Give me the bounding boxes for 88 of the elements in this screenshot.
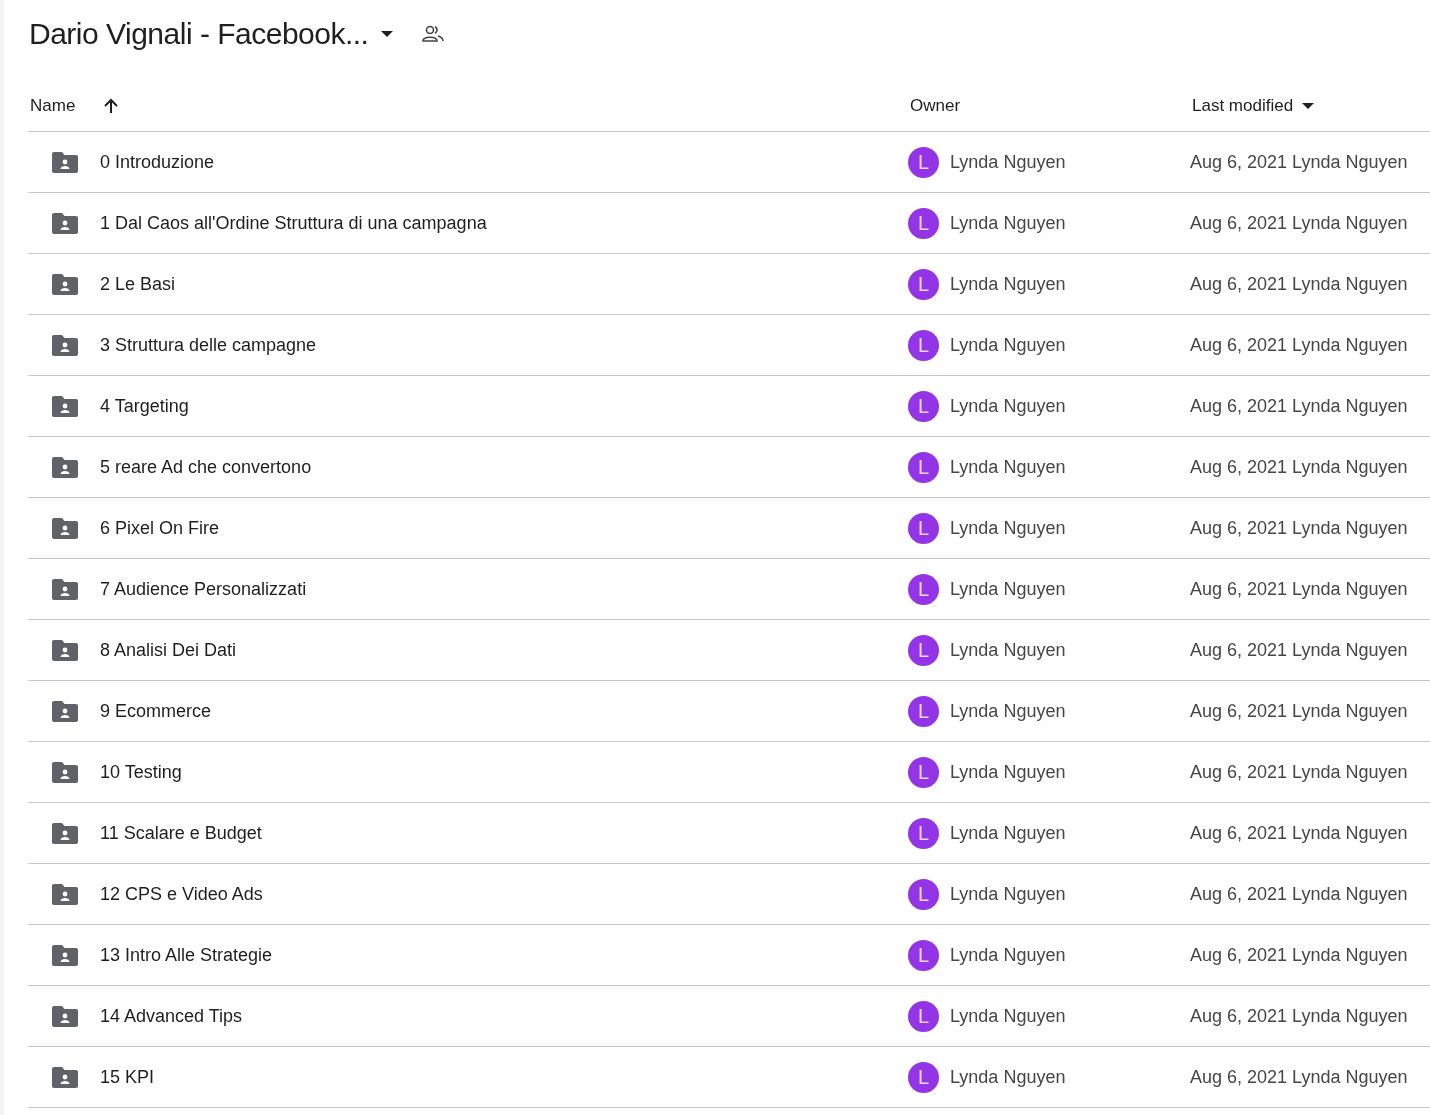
- shared-folder-icon: [52, 578, 78, 600]
- folder-name[interactable]: 1 Dal Caos all'Ordine Struttura di una campagna: [100, 212, 487, 234]
- owner-avatar: L: [908, 390, 939, 422]
- owner-avatar: L: [908, 329, 939, 361]
- folder-name[interactable]: 11 Scalare e Budget: [100, 822, 262, 844]
- shared-folder-icon: [52, 212, 78, 234]
- owner-name: Lynda Nguyen: [950, 212, 1066, 234]
- owner-avatar: L: [908, 1061, 939, 1093]
- shared-folder-icon: [52, 761, 78, 783]
- shared-folder-icon: [52, 944, 78, 966]
- owner-avatar: L: [908, 207, 939, 239]
- owner-avatar: L: [908, 634, 939, 666]
- owner-name: Lynda Nguyen: [950, 517, 1066, 539]
- folder-name[interactable]: 8 Analisi Dei Dati: [100, 639, 237, 661]
- folder-name[interactable]: 5 reare Ad che convertono: [100, 456, 312, 478]
- owner-name: Lynda Nguyen: [950, 822, 1066, 844]
- folder-name[interactable]: 10 Testing: [100, 761, 182, 783]
- shared-folder-icon: [52, 334, 78, 356]
- owner-avatar: L: [908, 451, 939, 483]
- owner-avatar: L: [908, 756, 939, 788]
- last-modified: Aug 6, 2021 Lynda Nguyen: [1190, 944, 1409, 966]
- owner-avatar: L: [908, 1000, 939, 1032]
- folder-name[interactable]: 7 Audience Personalizzati: [100, 578, 307, 600]
- owner-avatar: L: [908, 695, 939, 727]
- owner-name: Lynda Nguyen: [950, 334, 1066, 356]
- folder-name[interactable]: 3 Struttura delle campagne: [100, 334, 317, 356]
- people-icon[interactable]: [422, 25, 445, 43]
- owner-name: Lynda Nguyen: [950, 700, 1066, 722]
- owner-name: Lynda Nguyen: [950, 456, 1066, 478]
- last-modified: Aug 6, 2021 Lynda Nguyen: [1190, 517, 1409, 539]
- owner-avatar: L: [908, 939, 939, 971]
- caret-down-icon: [1301, 101, 1316, 110]
- folder-name[interactable]: 6 Pixel On Fire: [100, 517, 220, 539]
- owner-avatar: L: [908, 878, 939, 910]
- owner-name: Lynda Nguyen: [950, 944, 1066, 966]
- column-header[interactable]: Owner: [908, 94, 967, 117]
- owner-avatar: L: [908, 817, 939, 849]
- last-modified: Aug 6, 2021 Lynda Nguyen: [1190, 700, 1409, 722]
- last-modified: Aug 6, 2021 Lynda Nguyen: [1190, 822, 1409, 844]
- owner-name: Lynda Nguyen: [950, 395, 1066, 417]
- last-modified: Aug 6, 2021 Lynda Nguyen: [1190, 212, 1409, 234]
- shared-folder-icon: [52, 273, 78, 295]
- owner-name: Lynda Nguyen: [950, 1066, 1066, 1088]
- owner-avatar: L: [908, 268, 939, 300]
- last-modified: Aug 6, 2021 Lynda Nguyen: [1190, 1066, 1409, 1088]
- last-modified: Aug 6, 2021 Lynda Nguyen: [1190, 151, 1409, 173]
- owner-avatar: L: [908, 146, 939, 178]
- owner-avatar: L: [908, 512, 939, 544]
- shared-folder-icon: [52, 456, 78, 478]
- last-modified: Aug 6, 2021 Lynda Nguyen: [1190, 456, 1409, 478]
- shared-folder-icon: [52, 822, 78, 844]
- last-modified: Aug 6, 2021 Lynda Nguyen: [1190, 761, 1409, 783]
- last-modified: Aug 6, 2021 Lynda Nguyen: [1190, 578, 1409, 600]
- last-modified: Aug 6, 2021 Lynda Nguyen: [1190, 883, 1409, 905]
- shared-folder-icon: [52, 1005, 78, 1027]
- owner-name: Lynda Nguyen: [950, 883, 1066, 905]
- last-modified: Aug 6, 2021 Lynda Nguyen: [1190, 334, 1409, 356]
- column-header[interactable]: Last modified: [1190, 94, 1322, 117]
- column-header[interactable]: Name: [28, 94, 126, 117]
- owner-name: Lynda Nguyen: [950, 639, 1066, 661]
- shared-folder-icon: [52, 1066, 78, 1088]
- shared-folder-icon: [52, 395, 78, 417]
- folder-title: Dario Vignali - Facebook...: [29, 17, 369, 51]
- folder-name[interactable]: 9 Ecommerce: [100, 700, 212, 722]
- folder-name[interactable]: 14 Advanced Tips: [100, 1005, 243, 1027]
- folder-name[interactable]: 4 Targeting: [100, 395, 189, 417]
- last-modified: Aug 6, 2021 Lynda Nguyen: [1190, 395, 1409, 417]
- owner-name: Lynda Nguyen: [950, 151, 1066, 173]
- last-modified: Aug 6, 2021 Lynda Nguyen: [1190, 1005, 1409, 1027]
- owner-avatar: L: [908, 573, 939, 605]
- folder-name[interactable]: 0 Introduzione: [100, 151, 215, 173]
- shared-folder-icon: [52, 517, 78, 539]
- shared-folder-icon: [52, 639, 78, 661]
- owner-name: Lynda Nguyen: [950, 1005, 1066, 1027]
- shared-folder-icon: [52, 700, 78, 722]
- last-modified: Aug 6, 2021 Lynda Nguyen: [1190, 639, 1409, 661]
- owner-name: Lynda Nguyen: [950, 273, 1066, 295]
- owner-name: Lynda Nguyen: [950, 578, 1066, 600]
- shared-folder-icon: [52, 883, 78, 905]
- folder-name[interactable]: 2 Le Basi: [100, 273, 176, 295]
- sort-up-arrow-icon: [103, 97, 120, 114]
- folder-name[interactable]: 13 Intro Alle Strategie: [100, 944, 273, 966]
- caret-down-icon: [380, 30, 395, 38]
- owner-name: Lynda Nguyen: [950, 761, 1066, 783]
- folder-name[interactable]: 12 CPS e Video Ads: [100, 883, 263, 905]
- folder-name[interactable]: 15 KPI: [100, 1066, 155, 1088]
- shared-folder-icon: [52, 151, 78, 173]
- last-modified: Aug 6, 2021 Lynda Nguyen: [1190, 273, 1409, 295]
